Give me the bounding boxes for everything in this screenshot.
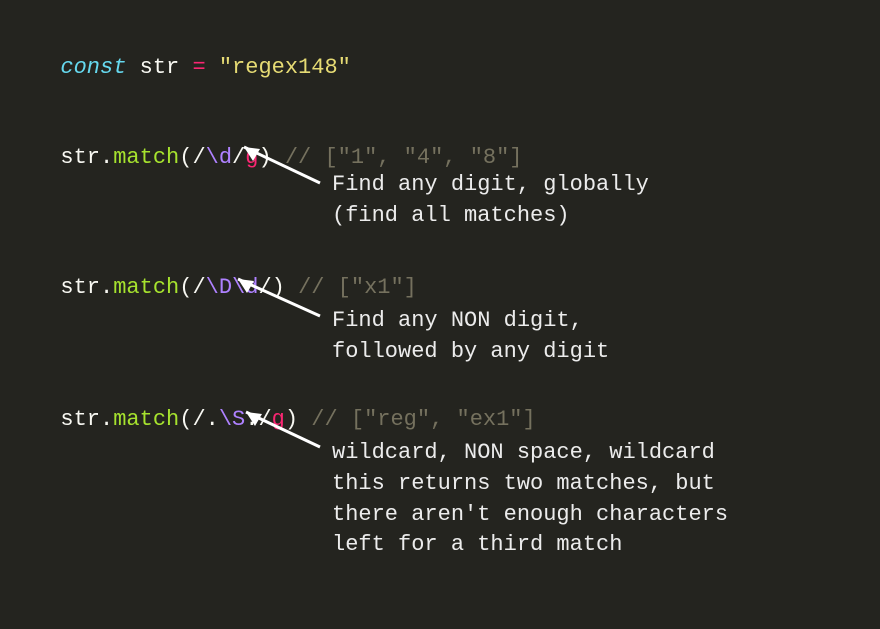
space [126,55,139,80]
method-match: match [113,145,179,170]
paren-close: ) [258,145,271,170]
code-line-match-nondigit-digit: str.match(/\D\d/) // ["x1"] [34,250,417,300]
regex-escape-d: \d [232,275,258,300]
regex-slash: / [192,407,205,432]
regex-slash: / [258,407,271,432]
regex-slash: / [258,275,271,300]
regex-escape-S: \S [219,407,245,432]
dot: . [100,145,113,170]
object-ref: str [60,407,100,432]
dot: . [100,407,113,432]
annotation-wildcard-nonspace: wildcard, NON space, wildcard this retur… [332,438,728,561]
code-line-declaration: const str = "regex148" [34,30,351,80]
regex-wildcard: . [206,407,219,432]
comment-result: // ["reg", "ex1"] [311,407,535,432]
paren-open: ( [179,145,192,170]
regex-escape-D: \D [206,275,232,300]
annotation-digit-global: Find any digit, globally (find all match… [332,170,649,232]
comment-result: // ["1", "4", "8"] [285,145,523,170]
dot: . [100,275,113,300]
keyword-const: const [60,55,126,80]
space [206,55,219,80]
object-ref: str [60,275,100,300]
regex-slash: / [192,145,205,170]
regex-flag-g: g [272,407,285,432]
space [285,275,298,300]
string-literal: "regex148" [219,55,351,80]
space [179,55,192,80]
paren-open: ( [179,407,192,432]
regex-slash: / [192,275,205,300]
paren-open: ( [179,275,192,300]
regex-escape-d: \d [206,145,232,170]
space [298,407,311,432]
paren-close: ) [272,275,285,300]
code-line-match-digit-global: str.match(/\d/g) // ["1", "4", "8"] [34,120,523,170]
operator-assign: = [192,55,205,80]
object-ref: str [60,145,100,170]
regex-slash: / [232,145,245,170]
code-line-match-wildcard-nonspace: str.match(/.\S./g) // ["reg", "ex1"] [34,382,536,432]
regex-flag-g: g [245,145,258,170]
annotation-nondigit-digit: Find any NON digit, followed by any digi… [332,306,609,368]
regex-wildcard: . [245,407,258,432]
paren-close: ) [285,407,298,432]
method-match: match [113,407,179,432]
method-match: match [113,275,179,300]
code-explainer-figure: { "line1": { "const": "const", "sp1": " … [0,0,880,629]
comment-result: // ["x1"] [298,275,417,300]
variable-name: str [140,55,180,80]
space [272,145,285,170]
